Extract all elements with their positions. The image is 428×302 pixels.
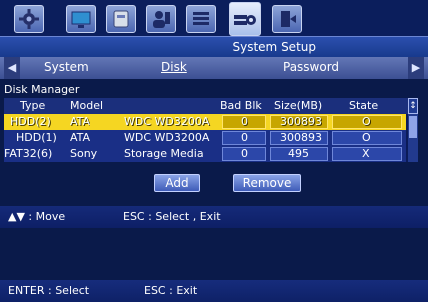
top-icon-bar <box>0 0 428 36</box>
table-row[interactable]: HDD(2) ATA WDC WD3200A 0 300893 O <box>4 114 406 130</box>
cell-state: X <box>362 147 370 160</box>
cell-size: 495 <box>288 147 309 160</box>
cell-model: WDC WD3200A <box>124 131 210 144</box>
scrollbar-thumb[interactable] <box>409 116 417 138</box>
table-row[interactable]: HDD(1) ATA WDC WD3200A 0 300893 O <box>4 130 406 146</box>
window-title: System Setup <box>232 40 317 54</box>
cell-bad-blk: 0 <box>241 131 248 144</box>
table-header: Type Model Bad Blk Size(MB) State <box>4 98 418 114</box>
help-move: ▲▼ : Move <box>8 210 66 223</box>
tab-right-arrow-icon[interactable]: ▶ <box>408 57 424 79</box>
help-esc-select-exit: ESC : Select , Exit <box>123 210 221 223</box>
help-bar-bottom: ENTER : Select ESC : Exit <box>0 280 428 302</box>
col-type: Type <box>20 99 46 112</box>
cell-size: 300893 <box>280 131 322 144</box>
add-button[interactable]: Add <box>154 174 200 192</box>
hdd-icon[interactable] <box>106 5 136 33</box>
cell-bad-blk: 0 <box>241 115 248 128</box>
list-icon[interactable] <box>186 5 216 33</box>
help-bar-top: ▲▼ : Move ESC : Select , Exit <box>0 206 428 228</box>
title-bar: System Setup <box>0 36 428 57</box>
tab-left-arrow-icon[interactable]: ◀ <box>4 57 20 79</box>
tab-strip: ◀ System Disk Password ▶ <box>0 57 428 79</box>
cell-state: O <box>362 131 371 144</box>
col-model: Model <box>70 99 104 112</box>
cell-state: O <box>362 115 371 128</box>
cell-type: HDD(1) <box>16 131 57 144</box>
remove-button[interactable]: Remove <box>233 174 301 192</box>
tab-password[interactable]: Password <box>283 60 339 74</box>
cell-model: WDC WD3200A <box>124 115 210 128</box>
table-scrollbar[interactable] <box>408 114 418 162</box>
device-settings-icon[interactable] <box>229 2 261 36</box>
cell-type: HDD(2) <box>10 115 51 128</box>
message-area <box>0 228 428 280</box>
cell-size: 300893 <box>280 115 322 128</box>
scroll-up-icon[interactable]: ↕ <box>408 98 418 114</box>
cell-vendor: ATA <box>70 131 91 144</box>
exit-door-icon[interactable] <box>272 5 302 33</box>
col-bad-blk: Bad Blk <box>220 99 262 112</box>
table-row[interactable]: FAT32(6) Sony Storage Media 0 495 X <box>4 146 406 162</box>
tab-system[interactable]: System <box>44 60 89 74</box>
disk-manager-title: Disk Manager <box>4 83 80 96</box>
cell-vendor: ATA <box>70 115 91 128</box>
cell-bad-blk: 0 <box>241 147 248 160</box>
cell-type: FAT32(6) <box>4 147 53 160</box>
col-state: State <box>349 99 379 112</box>
help-enter-select: ENTER : Select <box>8 284 90 297</box>
settings-gear-icon[interactable] <box>14 5 44 33</box>
monitor-icon[interactable] <box>66 5 96 33</box>
cell-model: Storage Media <box>124 147 204 160</box>
disk-table: Type Model Bad Blk Size(MB) State ↕ HDD(… <box>4 98 418 162</box>
user-icon[interactable] <box>146 5 176 33</box>
tab-disk[interactable]: Disk <box>161 60 187 74</box>
help-esc-exit: ESC : Exit <box>144 284 198 297</box>
cell-vendor: Sony <box>70 147 98 160</box>
col-size: Size(MB) <box>274 99 323 112</box>
